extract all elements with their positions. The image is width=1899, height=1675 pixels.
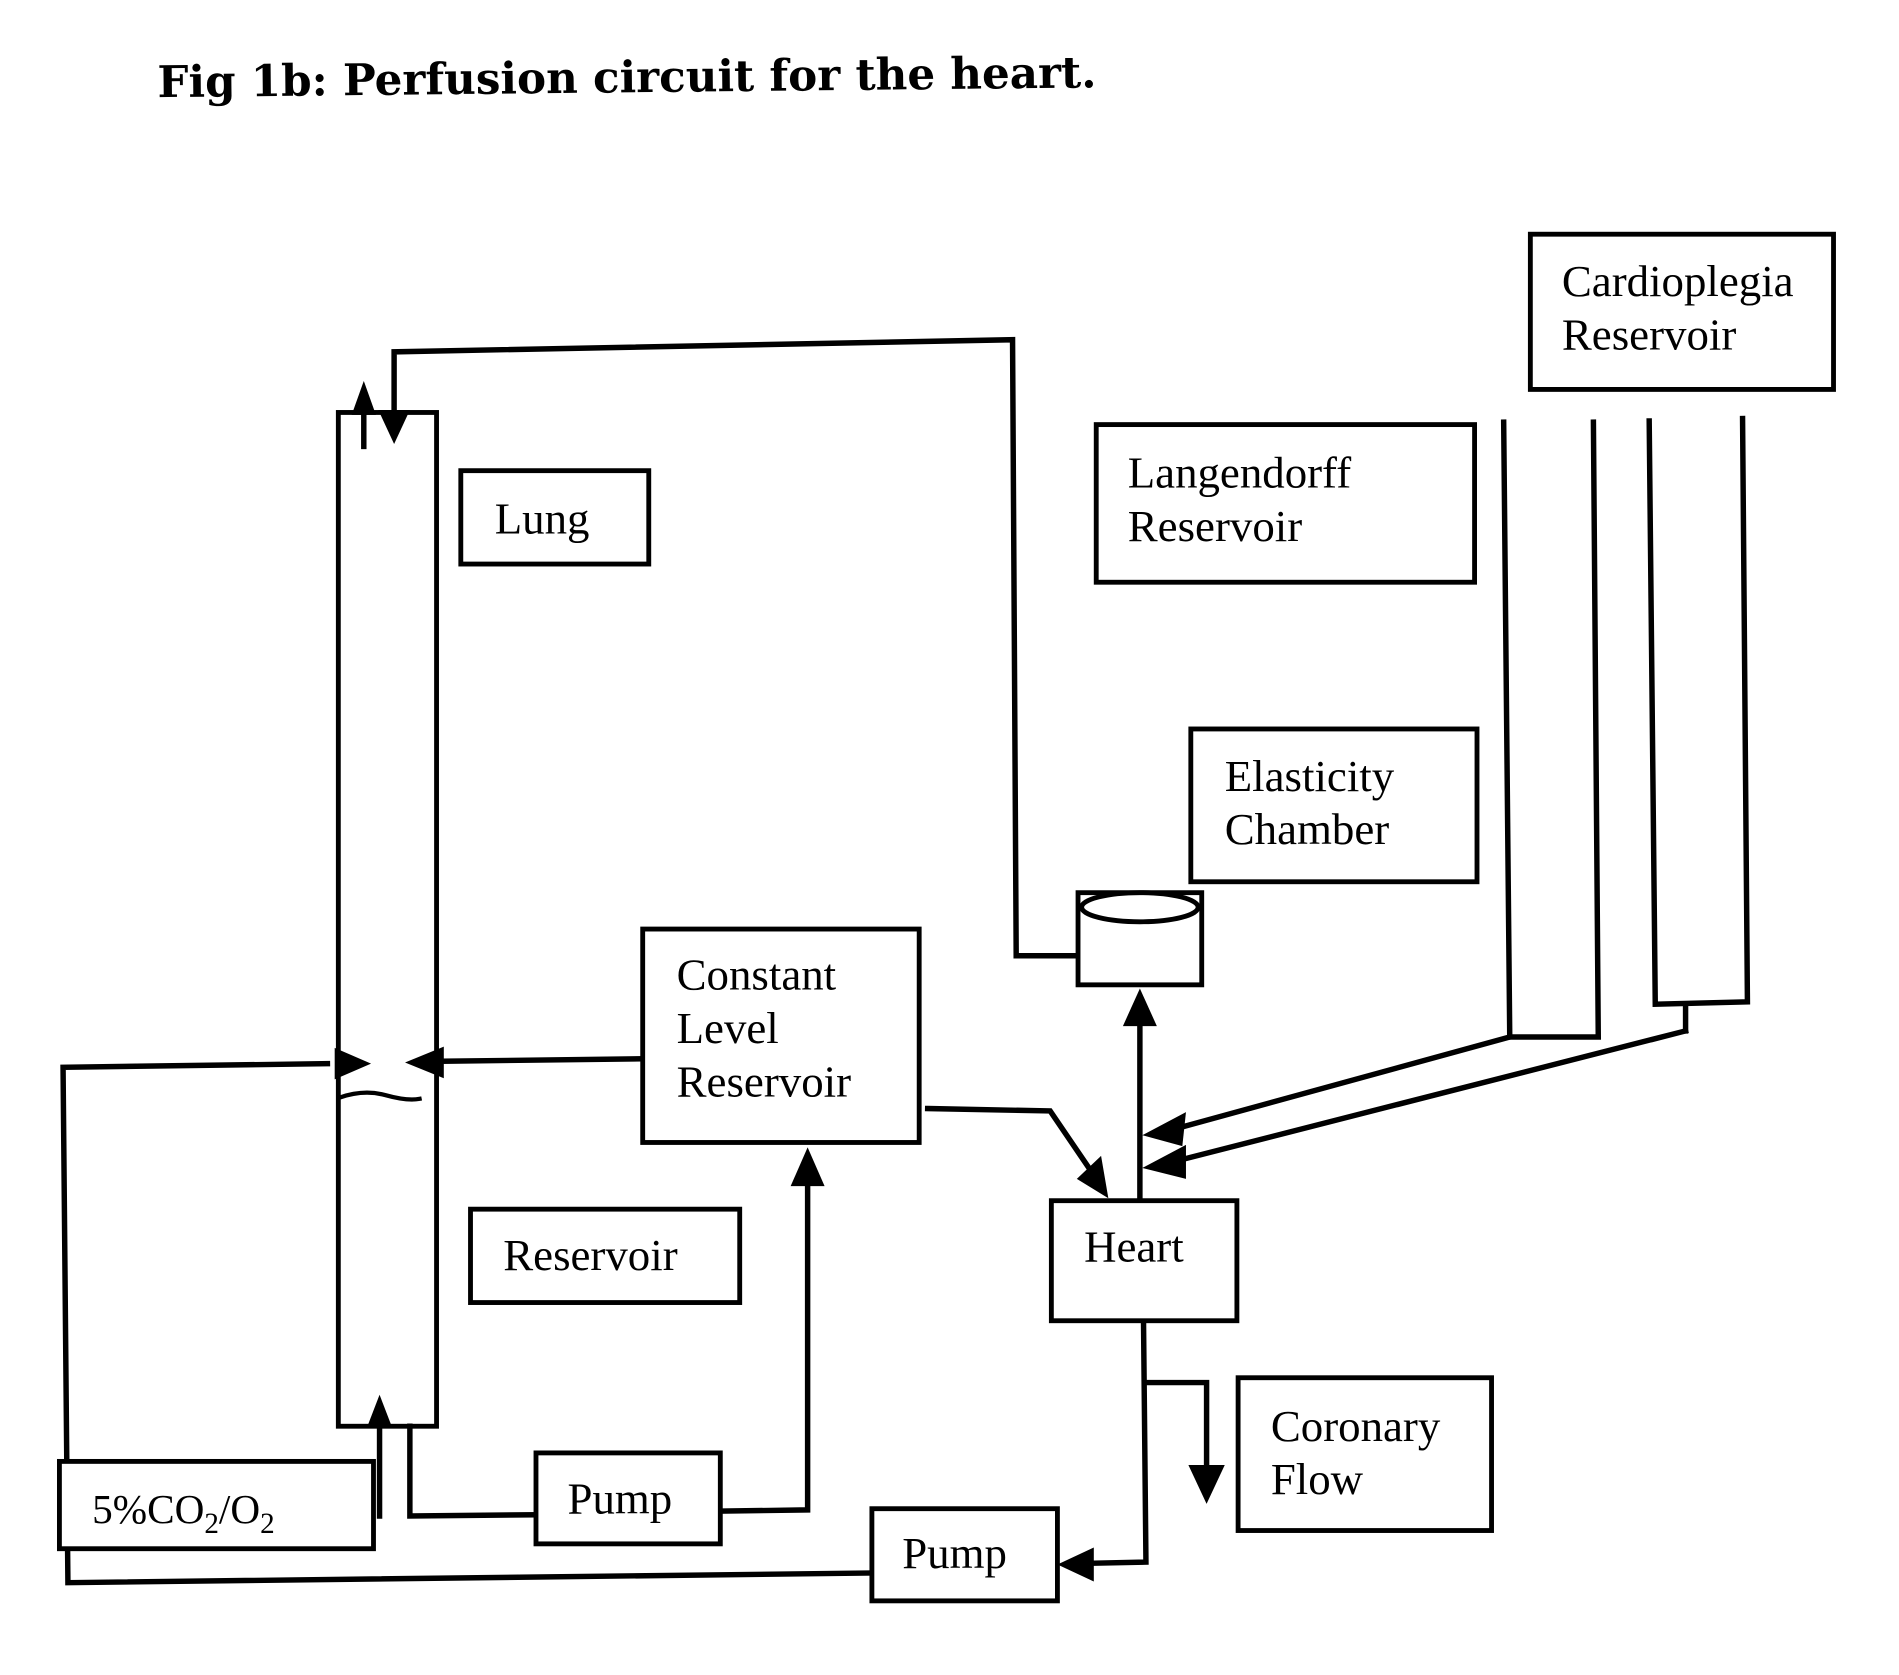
line-column-to-pump1 — [407, 1423, 539, 1519]
elasticity-chamber-vessel — [1075, 890, 1205, 988]
perfusion-circuit-diagram: Fig 1b: Perfusion circuit for the heart. — [56, 47, 1836, 1604]
reservoir-box: Reservoir — [468, 1206, 743, 1305]
arrow-left-icon — [1142, 1112, 1186, 1147]
line-cardioplegia-1-to-heart — [1175, 1033, 1514, 1132]
gas-supply-box: 5%CO2/O2 — [56, 1458, 376, 1552]
pump-2-label: Pump — [902, 1528, 1007, 1578]
arrow-down-icon — [378, 410, 410, 444]
line-cardioplegia-2-to-heart — [1179, 1027, 1689, 1163]
line-heart-to-coronary — [1143, 1379, 1210, 1471]
heart-box: Heart — [1048, 1198, 1240, 1324]
cardioplegia-reservoir-box: Cardioplegia Reservoir — [1527, 231, 1836, 392]
arrow-right-icon — [334, 1047, 372, 1080]
reservoir-label: Reservoir — [503, 1230, 677, 1280]
coronary-flow-box: Coronary Flow — [1235, 1375, 1494, 1533]
elasticity-label-line1: Elasticity — [1225, 751, 1395, 801]
line-chamber-to-lung-top — [391, 336, 1080, 959]
elasticity-label-line2: Chamber — [1225, 804, 1389, 854]
line-clr-to-column — [441, 1056, 646, 1064]
arrow-up-icon — [1122, 988, 1157, 1027]
clr-label-line2: Level — [677, 1003, 779, 1053]
lung-label: Lung — [495, 494, 590, 544]
arrow-left-icon — [405, 1046, 444, 1079]
pump-1-box: Pump — [533, 1450, 723, 1547]
arrow-up-icon — [351, 380, 376, 415]
arrow-left-icon — [1057, 1547, 1094, 1582]
constant-level-reservoir-box: Constant Level Reservoir — [640, 926, 922, 1145]
coronary-label-line2: Flow — [1271, 1454, 1364, 1504]
arrow-up-icon — [367, 1394, 392, 1427]
pump-1-label: Pump — [568, 1474, 673, 1524]
arrow-up-icon — [790, 1147, 825, 1187]
oxygenator-column — [335, 410, 439, 1429]
heart-label: Heart — [1084, 1221, 1184, 1271]
cardioplegia-tube-1 — [1500, 419, 1602, 1040]
clr-label-line3: Reservoir — [677, 1056, 851, 1106]
arrow-down-icon — [1188, 1465, 1225, 1504]
liquid-level-wave — [336, 1090, 423, 1102]
line-heart-to-pump2 — [1088, 1319, 1149, 1567]
cardioplegia-label-line2: Reservoir — [1562, 309, 1736, 359]
figure-title: Fig 1b: Perfusion circuit for the heart. — [157, 47, 1096, 108]
gas-supply-label: 5%CO2/O2 — [92, 1486, 275, 1540]
arrow-down-right-icon — [1076, 1155, 1109, 1199]
langendorff-label-line2: Reservoir — [1128, 501, 1302, 551]
lung-box: Lung — [458, 468, 652, 567]
pump-2-box: Pump — [869, 1506, 1060, 1604]
langendorff-reservoir-box: Langendorff Reservoir — [1093, 422, 1477, 585]
arrow-left-icon — [1142, 1144, 1186, 1179]
cardioplegia-tube-2 — [1646, 415, 1751, 1008]
coronary-label-line1: Coronary — [1271, 1401, 1441, 1451]
cardioplegia-label-line1: Cardioplegia — [1562, 256, 1794, 306]
langendorff-label-line1: Langendorff — [1128, 448, 1351, 498]
line-clr-to-heart — [924, 1105, 1096, 1176]
elasticity-chamber-box: Elasticity Chamber — [1188, 726, 1480, 885]
clr-label-line1: Constant — [677, 950, 837, 1000]
